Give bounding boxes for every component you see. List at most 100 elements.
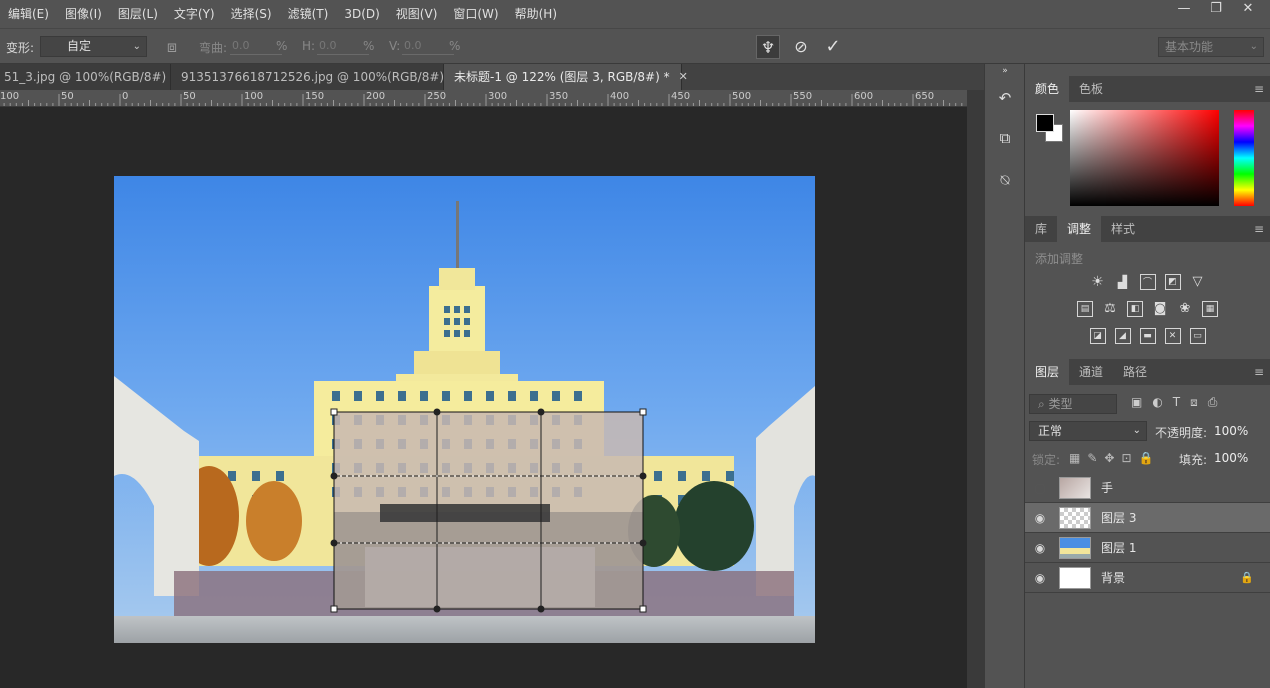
black-white-icon[interactable]: ◧ <box>1127 300 1143 317</box>
canvas-area[interactable] <box>0 107 967 688</box>
color-balance-icon[interactable]: ⚖ <box>1102 301 1118 317</box>
menu-type[interactable]: 文字(Y) <box>166 0 223 28</box>
glyphs-icon[interactable]: ⍉ <box>993 168 1017 192</box>
ruler-label: 0 <box>122 91 129 102</box>
layer-name: 图层 1 <box>1101 541 1137 555</box>
close-icon[interactable]: ✕ <box>679 64 688 90</box>
minimize-button[interactable]: — <box>1168 0 1200 20</box>
layer-row-background[interactable]: ◉ 背景 🔒 <box>1025 563 1270 593</box>
workspace-select[interactable]: 基本功能 ⌄ <box>1158 37 1264 57</box>
vertical-scrollbar[interactable] <box>967 90 984 688</box>
lock-label: 锁定: <box>1032 453 1061 467</box>
menu-image[interactable]: 图像(I) <box>57 0 110 28</box>
brightness-icon[interactable]: ☀ <box>1090 274 1106 290</box>
adjust-panel-tabs: 库 调整 样式 ≡ <box>1025 216 1270 242</box>
blend-mode-select[interactable]: 正常 ⌄ <box>1029 421 1147 441</box>
restore-button[interactable]: ❐ <box>1200 0 1232 20</box>
invert-icon[interactable]: ◪ <box>1089 327 1106 344</box>
color-field[interactable] <box>1070 110 1219 206</box>
menu-window[interactable]: 窗口(W) <box>445 0 506 28</box>
curves-icon[interactable]: ⌒ <box>1139 273 1156 290</box>
commit-transform-icon[interactable]: ✓ <box>821 35 845 59</box>
fill-input[interactable]: 100% <box>1214 451 1248 465</box>
layer-filter-icons[interactable]: ▣◐T⧈⎙ <box>1131 395 1227 410</box>
foreground-swatch[interactable] <box>1036 114 1054 132</box>
bend-input[interactable]: 0.0 <box>230 38 282 55</box>
hue-slider[interactable] <box>1234 110 1254 206</box>
levels-icon[interactable]: ▟ <box>1115 274 1131 290</box>
horizontal-ruler: 100 50 0 50 100 150 200 250 300 350 400 450 500 550 60… <box>0 90 967 107</box>
tab-paths[interactable]: 路径 <box>1113 359 1157 385</box>
panel-menu-icon[interactable]: ≡ <box>1254 216 1264 242</box>
layer-kind-filter[interactable]: ⌕ 类型 <box>1029 394 1117 414</box>
warp-overlay-layer <box>334 412 643 609</box>
v-input[interactable]: 0.0 <box>402 38 454 55</box>
threshold-icon[interactable]: ▬ <box>1139 327 1156 344</box>
tab-color[interactable]: 颜色 <box>1025 76 1070 102</box>
ruler-label: 50 <box>61 91 74 102</box>
history-icon[interactable]: ↶ <box>993 86 1017 110</box>
h-input[interactable]: 0.0 <box>317 38 369 55</box>
bend-pct: % <box>276 39 288 53</box>
layer-row-hand[interactable]: ▢ 手 <box>1025 473 1270 503</box>
panel-menu-icon[interactable]: ≡ <box>1254 359 1264 385</box>
document-canvas[interactable] <box>0 107 967 688</box>
ruler-label: 400 <box>610 91 630 102</box>
collapse-icon[interactable]: » <box>993 66 1017 76</box>
layer-row-layer3[interactable]: ◉ 图层 3 <box>1025 503 1270 533</box>
kind-filter-value: 类型 <box>1048 397 1073 411</box>
tab-doc-1[interactable]: 51_3.jpg @ 100%(RGB/8#) ✕ <box>0 64 184 90</box>
options-bar: 变形: 自定 ⌄ ⧈ 弯曲: 0.0 % H: 0.0 % V: 0.0 % ♆… <box>0 28 1270 64</box>
menu-help[interactable]: 帮助(H) <box>507 0 565 28</box>
cancel-transform-icon[interactable]: ⊘ <box>789 35 813 59</box>
vibrance-icon[interactable]: ▽ <box>1190 274 1206 290</box>
layer-thumbnail <box>1059 566 1091 589</box>
puppet-warp-toggle-icon[interactable]: ♆ <box>756 35 780 59</box>
gradient-map-icon[interactable]: ▭ <box>1189 327 1206 344</box>
hue-saturation-icon[interactable]: ▤ <box>1077 300 1093 317</box>
color-panel-tabs: 颜色 色板 ≡ <box>1025 76 1270 102</box>
warp-orientation-icon[interactable]: ⧈ <box>160 35 184 59</box>
chevron-down-icon: ⌄ <box>1249 41 1258 52</box>
layer-thumbnail <box>1059 506 1091 529</box>
tab-styles[interactable]: 样式 <box>1101 216 1145 242</box>
photo-filter-icon[interactable]: ◙ <box>1152 301 1168 317</box>
tab-label: 未标题-1 @ 122% (图层 3, RGB/8#) * <box>454 70 670 84</box>
menu-layer[interactable]: 图层(L) <box>110 0 166 28</box>
tab-library[interactable]: 库 <box>1025 216 1057 242</box>
menu-view[interactable]: 视图(V) <box>388 0 446 28</box>
menu-filter[interactable]: 滤镜(T) <box>280 0 337 28</box>
menu-3d[interactable]: 3D(D) <box>336 0 387 28</box>
ruler-label: 600 <box>854 91 874 102</box>
lock-icons[interactable]: ▦✎✥⊡🔒 <box>1069 451 1160 465</box>
warp-style-select[interactable]: 自定 ⌄ <box>40 36 147 57</box>
posterize-icon[interactable]: ◢ <box>1114 327 1131 344</box>
eye-icon[interactable]: ◉ <box>1025 511 1055 525</box>
opacity-input[interactable]: 100% <box>1214 424 1248 438</box>
selective-color-icon[interactable]: ✕ <box>1164 327 1181 344</box>
menu-edit[interactable]: 编辑(E) <box>0 0 57 28</box>
eye-icon[interactable]: ◉ <box>1025 541 1055 555</box>
layers-panel-tabs: 图层 通道 路径 ≡ <box>1025 359 1270 385</box>
color-lookup-icon[interactable]: ▦ <box>1202 300 1218 317</box>
eye-icon[interactable]: ◉ <box>1025 571 1055 585</box>
tab-channels[interactable]: 通道 <box>1069 359 1113 385</box>
channel-mixer-icon[interactable]: ❀ <box>1177 301 1193 317</box>
tab-doc-2[interactable]: 91351376618712526.jpg @ 100%(RGB/8#) ✕ <box>171 64 462 90</box>
ruler-label: 50 <box>183 91 196 102</box>
layer-row-layer1[interactable]: ◉ 图层 1 <box>1025 533 1270 563</box>
tab-adjustments[interactable]: 调整 <box>1057 216 1102 242</box>
visibility-toggle[interactable]: ▢ <box>1025 481 1055 495</box>
exposure-icon[interactable]: ◩ <box>1164 273 1181 290</box>
close-button[interactable]: ✕ <box>1232 0 1264 20</box>
chevron-down-icon: ⌄ <box>1132 425 1141 436</box>
panel-menu-icon[interactable]: ≡ <box>1254 76 1264 102</box>
h-pct: % <box>363 39 375 53</box>
warp-style-value: 自定 <box>67 39 92 53</box>
tab-layers[interactable]: 图层 <box>1025 359 1070 385</box>
ruler-label: 150 <box>305 91 325 102</box>
menu-select[interactable]: 选择(S) <box>223 0 280 28</box>
tab-swatches[interactable]: 色板 <box>1069 76 1113 102</box>
tab-doc-3[interactable]: 未标题-1 @ 122% (图层 3, RGB/8#) * ✕ <box>444 64 688 90</box>
3d-icon[interactable]: ⧉ <box>993 126 1017 150</box>
